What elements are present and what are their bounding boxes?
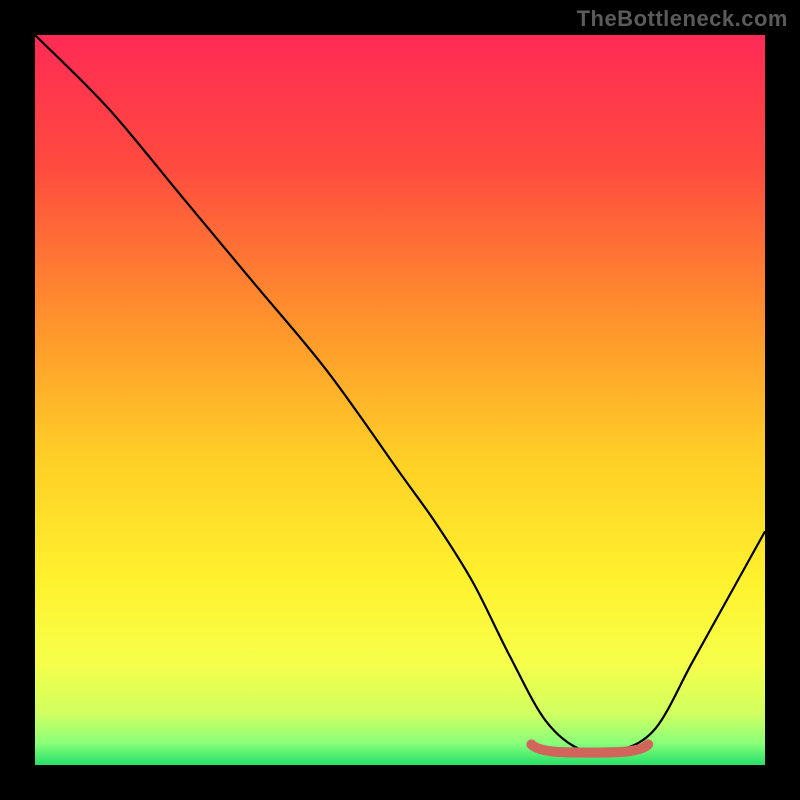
watermark-text: TheBottleneck.com (577, 6, 788, 32)
chart-container: TheBottleneck.com (0, 0, 800, 800)
optimal-range-highlight (35, 35, 765, 765)
plot-area (35, 35, 765, 765)
